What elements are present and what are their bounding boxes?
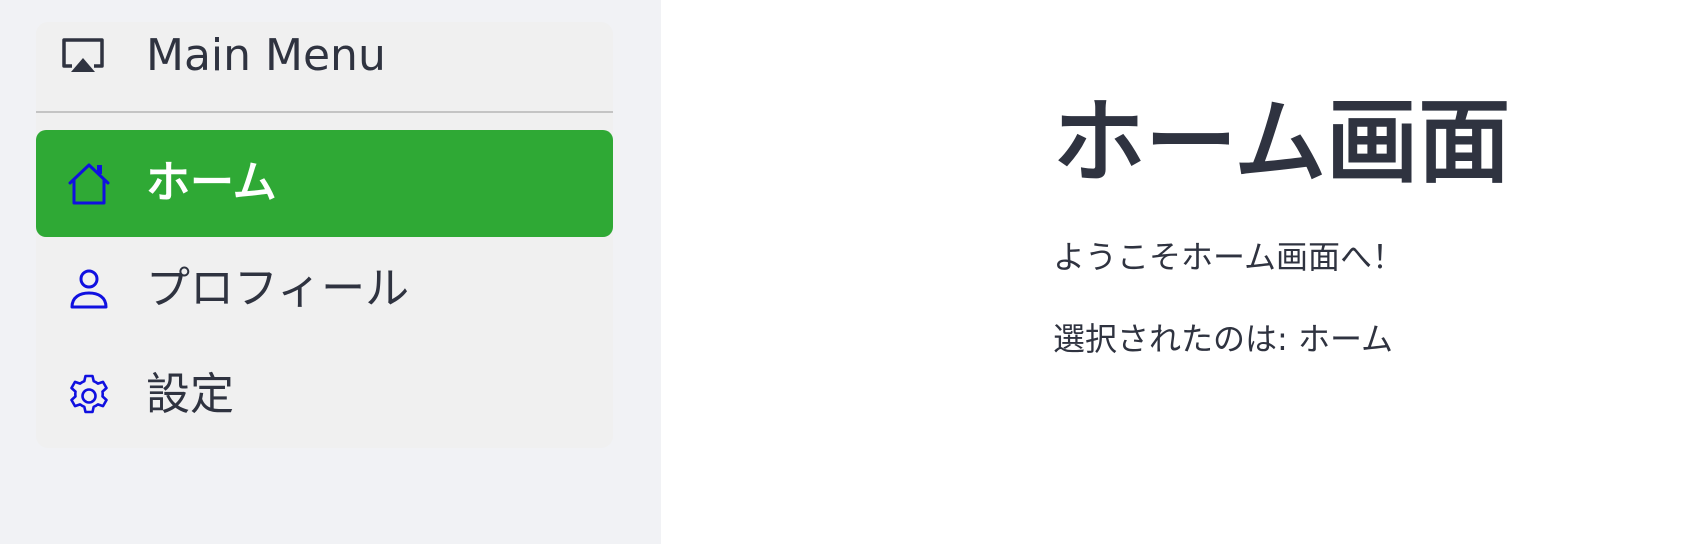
sidebar-item-label: 設定 xyxy=(146,369,234,420)
menu-header: Main Menu xyxy=(36,22,613,112)
main-menu: Main Menu ホーム プロフィール 設定 xyxy=(36,22,613,448)
airplay-icon xyxy=(58,36,108,76)
sidebar-item-label: ホーム xyxy=(146,157,277,208)
selected-value: ホーム xyxy=(1297,320,1394,358)
selected-text: 選択されたのは: ホーム xyxy=(1053,318,1393,360)
sidebar-item-profile[interactable]: プロフィール xyxy=(36,236,613,343)
menu-divider xyxy=(36,111,613,113)
gear-icon xyxy=(66,373,112,419)
menu-title: Main Menu xyxy=(146,30,386,81)
sidebar-item-label: プロフィール xyxy=(146,263,410,314)
sidebar: Main Menu ホーム プロフィール 設定 xyxy=(0,0,661,544)
sidebar-item-home[interactable]: ホーム xyxy=(36,130,613,237)
home-icon xyxy=(66,161,112,207)
main-content: ホーム画面 ようこそホーム画面へ！ 選択されたのは: ホーム xyxy=(661,0,1702,544)
user-icon xyxy=(66,267,112,313)
sidebar-item-settings[interactable]: 設定 xyxy=(36,342,613,449)
welcome-text: ようこそホーム画面へ！ xyxy=(1053,238,1405,276)
page-title: ホーム画面 xyxy=(1053,89,1511,196)
selected-prefix: 選択されたのは: xyxy=(1053,320,1298,358)
app-root: Main Menu ホーム プロフィール 設定 ホーム画面 ようこそホーム画面へ… xyxy=(0,0,1702,544)
